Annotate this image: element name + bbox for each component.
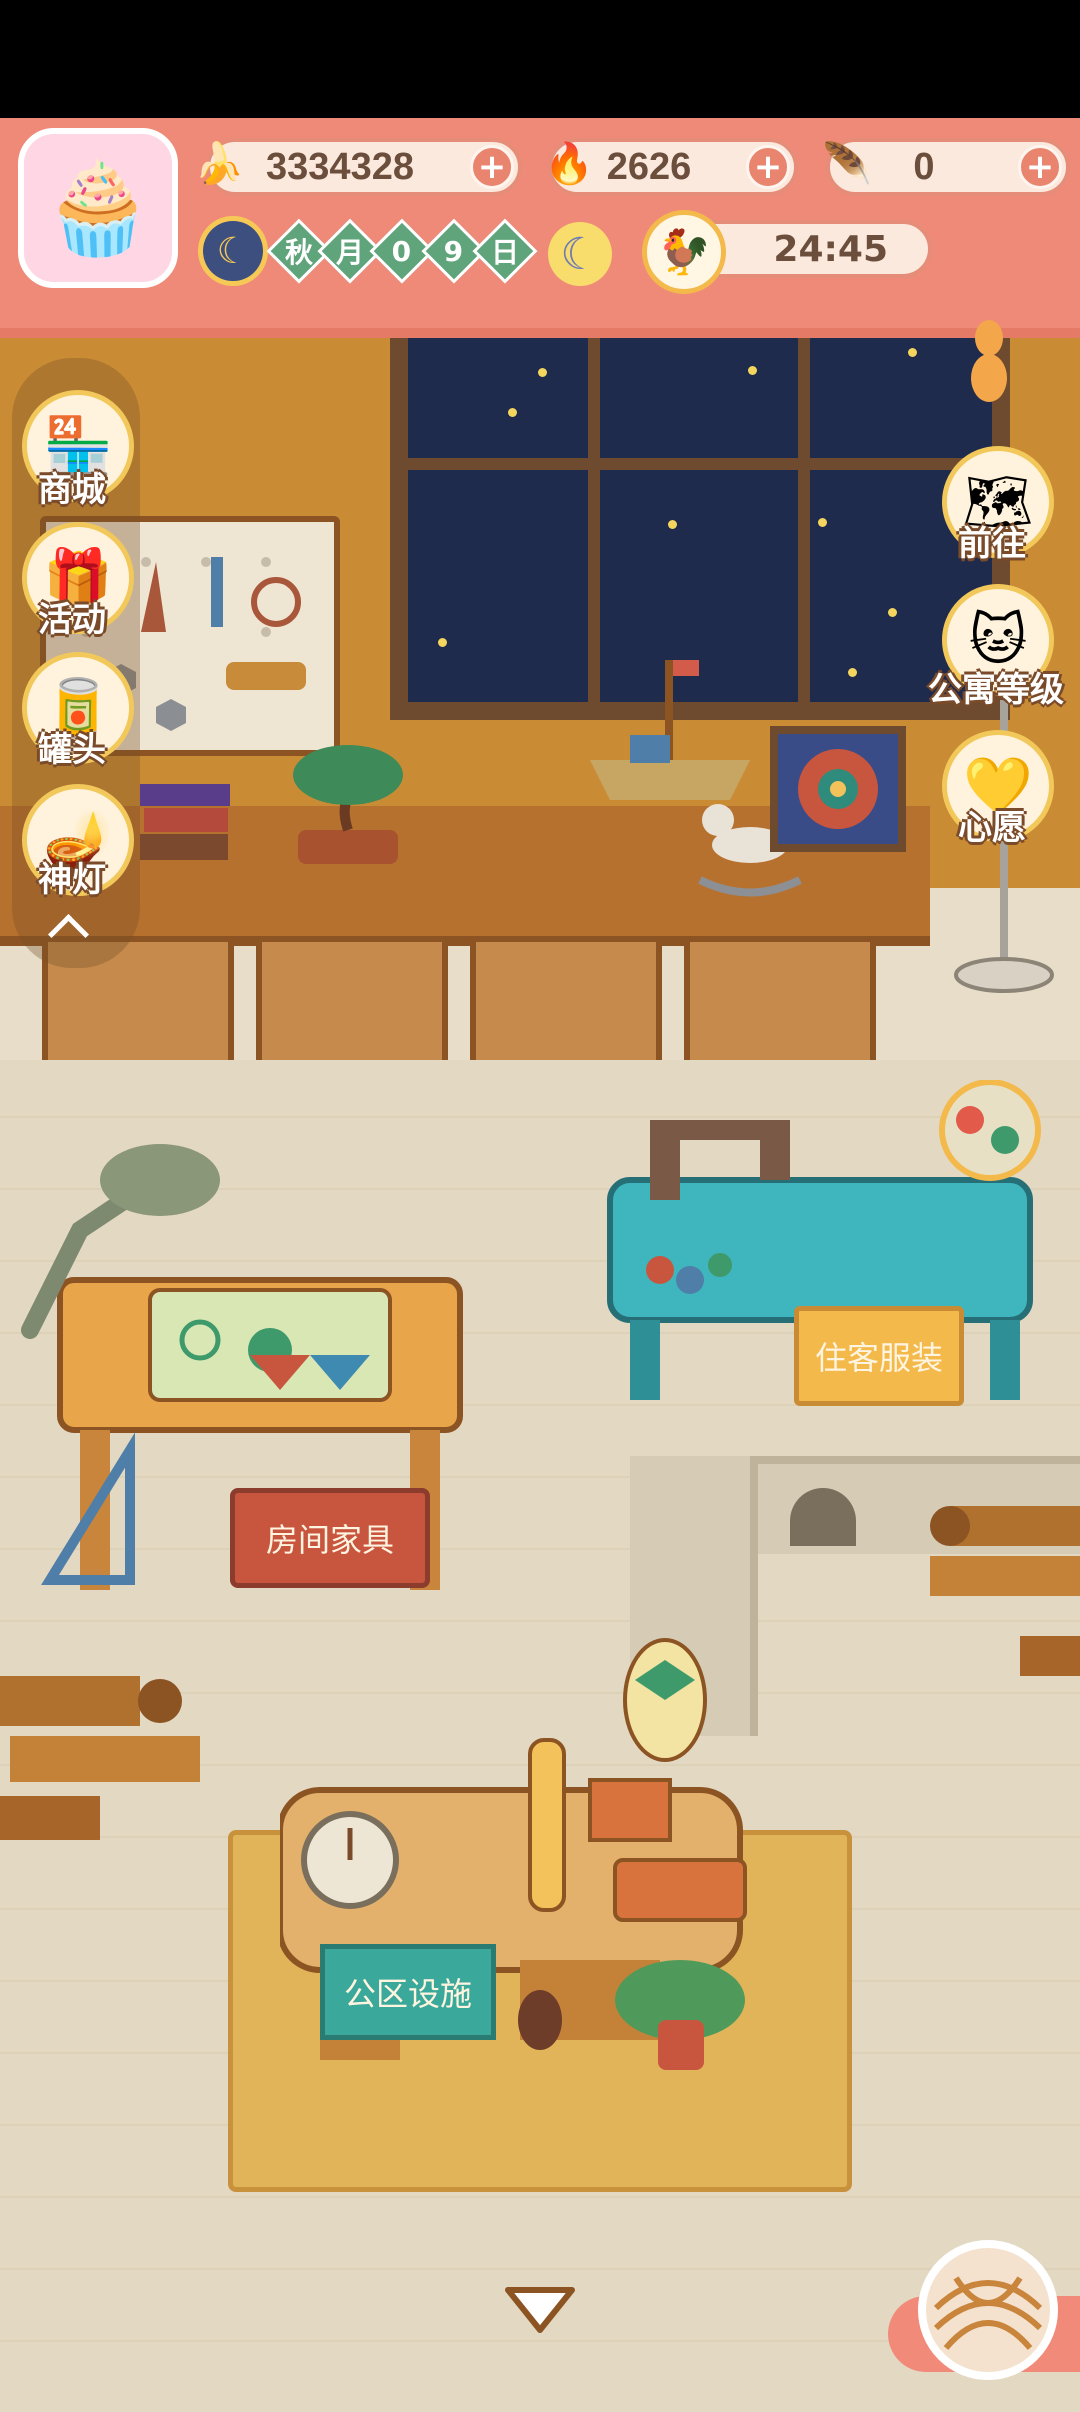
side-label-goto: 前往 xyxy=(958,524,1026,564)
side-label-wish: 心愿 xyxy=(958,808,1026,848)
wood-planks-right xyxy=(920,1496,1080,1696)
guest-clothing-sign[interactable]: 住客服装 xyxy=(794,1306,964,1406)
add-banana-button[interactable]: + xyxy=(470,145,514,189)
rooster-clock-icon: 🐓 xyxy=(642,210,726,294)
banana-currency: 3334328 + xyxy=(206,138,522,196)
public-facilities-label: 公区设施 xyxy=(343,1975,472,2013)
public-facilities-sign[interactable]: 公区设施 xyxy=(320,1944,496,2040)
yarn-ball-button[interactable] xyxy=(918,2240,1058,2380)
side-label-can: 罐头 xyxy=(38,730,106,770)
game-clock[interactable]: 24:45 🐓 xyxy=(642,210,942,294)
add-feather-button[interactable]: + xyxy=(1018,145,1062,189)
season-date: ☾ 秋 月 0 9 日 xyxy=(198,216,538,286)
guest-clothing-label: 住客服装 xyxy=(814,1339,943,1377)
banana-icon: 🍌 xyxy=(194,140,244,187)
blue-flame-icon: 🔥 xyxy=(544,140,594,187)
night-badge-icon: ☾ xyxy=(198,216,268,286)
clock-time: 24:45 xyxy=(773,228,888,270)
side-label-shop: 商城 xyxy=(38,470,106,510)
add-flame-button[interactable]: + xyxy=(746,145,790,189)
room-furniture-label: 房间家具 xyxy=(265,1521,394,1559)
rainbow-feather-icon: 🪶 xyxy=(822,140,872,187)
player-avatar[interactable]: 🧁 xyxy=(18,128,178,288)
side-label-lamp: 神灯 xyxy=(38,860,106,900)
stacked-books xyxy=(140,784,230,864)
status-bar-area xyxy=(0,0,1080,118)
room-furniture-sign[interactable]: 房间家具 xyxy=(230,1488,430,1588)
side-label-events: 活动 xyxy=(38,600,106,640)
wood-planks-left xyxy=(0,1656,210,1876)
banana-count: 3334328 xyxy=(266,145,414,188)
expand-down-arrow-icon[interactable] xyxy=(502,2282,578,2338)
interior-doorway xyxy=(790,1488,856,1546)
stained-glass-frame xyxy=(770,726,906,852)
moon-icon[interactable]: ☾ xyxy=(548,222,612,286)
side-label-apartment-level: 公寓等级 xyxy=(928,670,1064,710)
avatar-icon: 🧁 xyxy=(41,155,155,261)
hanging-ornament xyxy=(966,318,1012,408)
bonsai-tree xyxy=(278,730,418,870)
